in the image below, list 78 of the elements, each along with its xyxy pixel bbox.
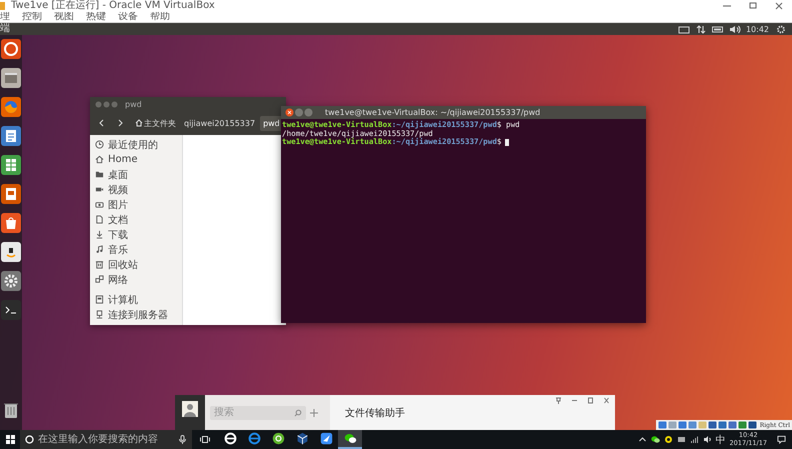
spreadsheet-icon[interactable]: [1, 155, 21, 175]
folder-icon: [95, 170, 104, 179]
battery-icon[interactable]: [712, 24, 724, 34]
camera-icon: [95, 200, 104, 209]
sidebar-item[interactable]: 回收站: [108, 258, 138, 272]
file-drawer-icon[interactable]: [1, 68, 21, 88]
sidebar-item[interactable]: 桌面: [108, 168, 128, 182]
search-icon[interactable]: [294, 408, 302, 416]
chevron-up-icon[interactable]: [638, 435, 647, 444]
chat-bubbles-icon[interactable]: [650, 435, 660, 444]
paper-plane-icon: [320, 432, 332, 445]
terminal-icon[interactable]: [1, 300, 21, 320]
camera-icon: [95, 185, 104, 194]
chat-bubbles-icon: [344, 432, 356, 445]
settings-icon[interactable]: [775, 24, 787, 34]
ubuntu-logo-icon[interactable]: [1, 39, 21, 59]
ring-icon[interactable]: [664, 435, 673, 444]
document-icon[interactable]: [1, 126, 21, 146]
home-icon: [135, 119, 143, 127]
download-icon: [95, 230, 104, 239]
cube-icon: [296, 432, 308, 445]
plus-icon[interactable]: [310, 408, 318, 416]
virtualbox-icon: [0, 2, 5, 10]
display-icon[interactable]: [676, 435, 686, 444]
clock-icon: [95, 140, 104, 149]
path-button[interactable]: 主文件夹: [132, 114, 179, 132]
trash-icon: [95, 260, 104, 269]
sidebar-item[interactable]: 视频: [108, 182, 128, 196]
search-field[interactable]: 搜索: [214, 407, 274, 418]
document-icon: [95, 215, 104, 224]
sidebar-item[interactable]: Home: [108, 154, 138, 165]
sidebar-item[interactable]: 下载: [108, 228, 128, 242]
pin-icon[interactable]: [554, 397, 563, 404]
app-menu-title[interactable]: 端: [0, 23, 10, 35]
notification-icon[interactable]: [777, 435, 786, 444]
close-icon[interactable]: [602, 397, 611, 404]
sidebar-item[interactable]: 音乐: [108, 242, 128, 256]
browser-e-icon: [224, 432, 236, 445]
path-button[interactable]: qijiawei20155337: [181, 116, 258, 130]
globe-icon[interactable]: [1, 97, 21, 117]
ring-icon[interactable]: [25, 435, 34, 444]
presentation-icon[interactable]: [1, 184, 21, 204]
music-icon: [95, 245, 104, 254]
sidebar-item[interactable]: 文档: [108, 212, 128, 226]
circle-logo-icon: [272, 432, 284, 445]
home-icon: [95, 155, 104, 164]
path-button[interactable]: pwd: [260, 116, 283, 130]
sidebar-item[interactable]: 图片: [108, 198, 128, 212]
window-title: pwd: [125, 100, 142, 108]
window-buttons-icon[interactable]: [285, 108, 313, 117]
wifi-icon[interactable]: [690, 435, 699, 444]
minimize-icon[interactable]: [570, 397, 579, 404]
chat-title: 文件传输助手: [345, 406, 405, 420]
volume-icon[interactable]: [728, 24, 741, 34]
taskbar-app-button[interactable]: [338, 430, 362, 449]
sidebar-item[interactable]: 计算机: [108, 292, 138, 306]
avatar-icon[interactable]: [182, 401, 198, 417]
input-method-indicator[interactable]: 中: [716, 432, 726, 446]
drive-icon: [95, 295, 104, 304]
network-arrows-icon[interactable]: [694, 24, 707, 34]
sidebar-item[interactable]: 最近使用的: [108, 138, 158, 152]
browser-e-icon: [248, 432, 260, 445]
volume-icon[interactable]: [702, 435, 712, 444]
search-field[interactable]: 搜索: [210, 406, 306, 420]
task-view-icon[interactable]: [200, 435, 210, 444]
keyboard-icon[interactable]: [678, 24, 690, 34]
network-icon: [95, 275, 104, 284]
clock-time[interactable]: 10:42: [746, 24, 769, 34]
sidebar-item[interactable]: 网络: [108, 272, 128, 286]
window-title: twe1ve@twe1ve-VirtualBox: ~/qijiawei20155337/pwd: [325, 108, 540, 117]
server-icon: [95, 310, 104, 319]
shopping-bag-icon[interactable]: [1, 213, 21, 233]
sidebar-item[interactable]: 连接到服务器: [108, 308, 168, 322]
gear-icon[interactable]: [1, 271, 21, 291]
window-title: Twe1ve [正在运行] - Oracle VM VirtualBox: [11, 0, 215, 12]
maximize-icon[interactable]: [586, 397, 595, 404]
microphone-icon[interactable]: [178, 435, 187, 444]
windows-logo-icon[interactable]: [6, 435, 14, 444]
